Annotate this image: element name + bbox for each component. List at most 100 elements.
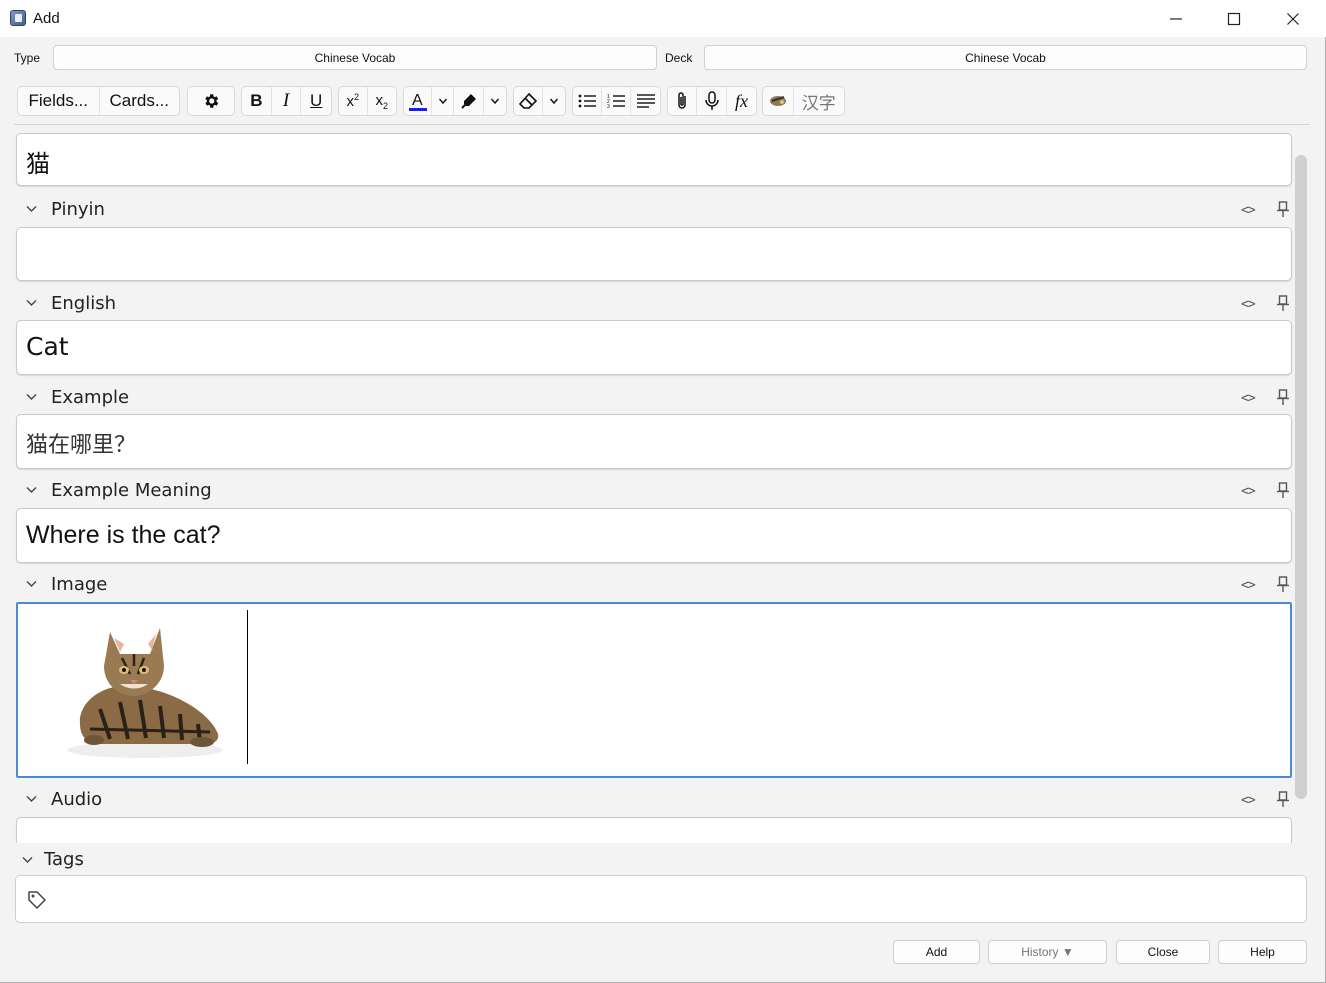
bullet-list-button[interactable] <box>573 87 602 115</box>
formula-button[interactable]: fx <box>727 87 756 115</box>
pin-icon[interactable] <box>1276 388 1290 406</box>
add-button[interactable]: Add <box>893 940 980 964</box>
html-editor-toggle[interactable]: <> <box>1241 793 1256 808</box>
html-editor-toggle[interactable]: <> <box>1241 484 1256 499</box>
hanzi-button[interactable]: 汉字 <box>794 87 844 115</box>
formula-icon: fx <box>735 90 748 111</box>
collapse-chevron-icon[interactable] <box>22 856 33 864</box>
html-editor-toggle[interactable]: <> <box>1241 297 1256 312</box>
text-color-dropdown[interactable] <box>432 87 454 115</box>
pin-icon[interactable] <box>1276 200 1290 218</box>
field-image-input[interactable] <box>16 602 1292 778</box>
field-english-value: Cat <box>26 332 69 361</box>
title-bar: Add <box>0 0 1326 37</box>
chevron-down-icon <box>550 98 559 105</box>
editor-options-button[interactable] <box>188 87 234 115</box>
italic-icon: I <box>282 90 290 111</box>
pin-icon[interactable] <box>1276 575 1290 593</box>
chevron-down-icon <box>490 98 500 105</box>
collapse-chevron-icon[interactable] <box>26 580 37 588</box>
highlight-dropdown[interactable] <box>484 87 506 115</box>
text-cursor <box>247 610 248 764</box>
field-example-value: 猫在哪里？ <box>26 433 137 458</box>
field-example-meaning-label: Example Meaning <box>51 480 212 501</box>
numbered-list-icon: 123 <box>607 94 625 109</box>
highlight-button[interactable] <box>454 87 484 115</box>
cards-button[interactable]: Cards... <box>100 87 180 115</box>
bullet-list-icon <box>578 94 596 108</box>
collapse-chevron-icon[interactable] <box>26 486 37 494</box>
note-type-selector[interactable]: Chinese Vocab <box>53 45 657 70</box>
close-icon <box>1287 12 1299 25</box>
remove-format-dropdown[interactable] <box>543 87 565 115</box>
field-audio-label: Audio <box>51 789 103 810</box>
field-image-header: Image <> <box>16 572 1296 598</box>
html-editor-toggle[interactable]: <> <box>1241 391 1256 406</box>
field-audio-input[interactable] <box>16 817 1292 843</box>
subscript-button[interactable]: x2 <box>368 87 396 115</box>
text-color-icon: A <box>408 92 427 111</box>
field-english-input[interactable]: Cat <box>16 320 1292 375</box>
text-color-button[interactable]: A <box>404 87 432 115</box>
fields-button[interactable]: Fields... <box>18 87 100 115</box>
field-hanzi-input[interactable]: 猫 <box>16 133 1292 186</box>
field-image-label: Image <box>51 574 108 595</box>
field-pinyin-input[interactable] <box>16 227 1292 281</box>
record-audio-button[interactable] <box>697 87 727 115</box>
field-pinyin-header: Pinyin <> <box>16 197 1296 223</box>
html-editor-toggle[interactable]: <> <box>1241 203 1256 218</box>
field-english-label: English <box>51 293 116 314</box>
underline-icon: U <box>310 91 323 110</box>
scrollbar-thumb[interactable] <box>1295 155 1307 799</box>
editor-scrollbar[interactable] <box>1294 153 1308 801</box>
bold-icon: B <box>250 91 263 110</box>
field-example-meaning-input[interactable]: Where is the cat? <box>16 508 1292 563</box>
pin-icon[interactable] <box>1276 294 1290 312</box>
minimize-button[interactable] <box>1147 0 1205 37</box>
history-button[interactable]: History ▼ <box>988 940 1107 964</box>
field-pinyin-label: Pinyin <box>51 199 105 220</box>
italic-button[interactable]: I <box>272 87 302 115</box>
eraser-icon <box>519 92 538 109</box>
align-button[interactable] <box>631 87 660 115</box>
tags-label: Tags <box>44 849 84 870</box>
svg-text:3: 3 <box>607 104 610 109</box>
addon-button[interactable] <box>763 87 794 115</box>
html-editor-toggle[interactable]: <> <box>1241 578 1256 593</box>
color-group: A <box>403 86 507 116</box>
collapse-chevron-icon[interactable] <box>26 205 37 213</box>
tags-input[interactable] <box>15 875 1307 923</box>
attach-icon <box>678 92 686 109</box>
bold-button[interactable]: B <box>242 87 272 115</box>
help-button[interactable]: Help <box>1218 940 1307 964</box>
eraser-group <box>513 86 566 116</box>
close-button[interactable]: Close <box>1116 940 1210 964</box>
remove-format-button[interactable] <box>514 87 544 115</box>
superscript-button[interactable]: x2 <box>339 87 368 115</box>
collapse-chevron-icon[interactable] <box>26 795 37 803</box>
window-title: Add <box>33 10 60 27</box>
script-group: x2 x2 <box>338 86 397 116</box>
field-example-input[interactable]: 猫在哪里？ <box>16 414 1292 469</box>
collapse-chevron-icon[interactable] <box>26 393 37 401</box>
attach-button[interactable] <box>668 87 697 115</box>
maximize-button[interactable] <box>1205 0 1263 37</box>
collapse-chevron-icon[interactable] <box>26 299 37 307</box>
pin-icon[interactable] <box>1276 790 1290 808</box>
numbered-list-button[interactable]: 123 <box>602 87 631 115</box>
addon-group: 汉字 <box>762 86 845 116</box>
underline-button[interactable]: U <box>301 87 331 115</box>
field-english-header: English <> <box>16 291 1296 317</box>
media-group: fx <box>667 86 757 116</box>
field-audio-header: Audio <> <box>16 787 1296 813</box>
deck-selector[interactable]: Chinese Vocab <box>704 45 1307 70</box>
pin-icon[interactable] <box>1276 481 1290 499</box>
maximize-icon <box>1227 12 1241 25</box>
field-example-header: Example <> <box>16 385 1296 411</box>
gear-icon <box>205 94 219 108</box>
options-group <box>187 86 235 116</box>
field-example-label: Example <box>51 387 130 408</box>
app-icon <box>10 10 26 26</box>
chevron-down-icon <box>438 98 447 105</box>
close-window-button[interactable] <box>1264 0 1322 37</box>
